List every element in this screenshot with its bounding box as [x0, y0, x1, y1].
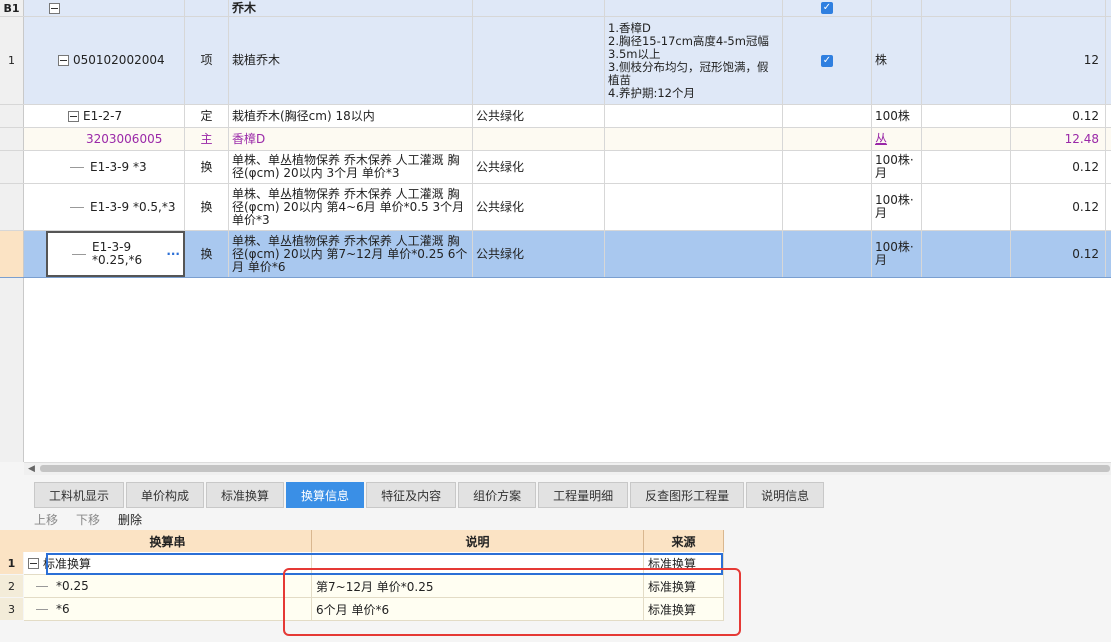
- delete-button[interactable]: 删除: [118, 511, 142, 528]
- grid-row-item[interactable]: E1-3-9 *3 换 单株、单丛植物保养 乔木保养 人工灌溉 胸径(φcm) …: [0, 151, 1111, 184]
- row-number: 1: [0, 552, 23, 574]
- item-name[interactable]: 栽植乔木(胸径cm) 18以内: [229, 105, 473, 127]
- item-qty[interactable]: 0.12: [1011, 151, 1106, 183]
- row-number: 1: [0, 17, 24, 104]
- grid-row-item-selected[interactable]: E1-3-9 *0.25,*6 ··· 换 单株、单丛植物保养 乔木保养 人工灌…: [0, 231, 1111, 278]
- column-header[interactable]: 来源: [644, 530, 724, 552]
- row-number: [0, 184, 24, 230]
- item-code: 3203006005: [86, 131, 163, 146]
- item-type: 主: [185, 128, 229, 150]
- item-type: 项: [185, 17, 229, 104]
- bottom-tabs: 工料机显示 单价构成 标准换算 换算信息 特征及内容 组价方案 工程量明细 反查…: [34, 482, 825, 508]
- item-unit: 100株·月: [872, 184, 922, 230]
- scroll-left-icon[interactable]: ◀: [28, 464, 35, 474]
- item-spec[interactable]: 公共绿化: [473, 184, 605, 230]
- row-number: [0, 151, 24, 183]
- checkbox-checked-icon[interactable]: ✓: [821, 54, 833, 67]
- grid-group-row[interactable]: B1 乔木 ✓: [0, 0, 1111, 17]
- collapse-icon[interactable]: [49, 2, 60, 14]
- item-qty[interactable]: 12.48: [1011, 128, 1106, 150]
- table-header: 换算串 说明 来源: [24, 530, 724, 553]
- item-unit[interactable]: 丛: [872, 128, 922, 150]
- item-type: 换: [185, 151, 229, 183]
- item-code: E1-3-9 *0.5,*3: [90, 199, 176, 214]
- item-name[interactable]: 单株、单丛植物保养 乔木保养 人工灌溉 胸径(φcm) 20以内 第4~6月 单…: [229, 184, 473, 230]
- row-number: [0, 105, 24, 127]
- row-number: 3: [0, 598, 23, 620]
- item-name[interactable]: 香樟D: [229, 128, 473, 150]
- item-code: E1-2-7: [83, 108, 123, 123]
- tab-pricing-plan[interactable]: 组价方案: [458, 482, 537, 508]
- grid-row-item[interactable]: E1-2-7 定 栽植乔木(胸径cm) 18以内 公共绿化 100株 0.12: [0, 105, 1111, 128]
- collapse-icon[interactable]: [58, 55, 69, 66]
- tab-features[interactable]: 特征及内容: [366, 482, 457, 508]
- item-unit: 株: [872, 17, 922, 104]
- tab-reverse-graph[interactable]: 反查图形工程量: [630, 482, 745, 508]
- main-grid: B1 乔木 ✓ 1 050102002004 项 栽植乔木 1.香樟D 2.胸径…: [0, 0, 1111, 462]
- tab-description[interactable]: 说明信息: [746, 482, 825, 508]
- item-code: 050102002004: [73, 53, 165, 67]
- item-unit: 100株: [872, 105, 922, 127]
- move-up-button[interactable]: 上移: [34, 511, 58, 528]
- conversion-expr: *6: [56, 602, 70, 616]
- code-editor-cell[interactable]: E1-3-9 *0.25,*6 ···: [46, 231, 185, 277]
- item-qty[interactable]: 0.12: [1011, 184, 1106, 230]
- scrollbar-thumb[interactable]: [40, 465, 1110, 472]
- group-name: 乔木: [229, 0, 473, 16]
- item-unit: 100株·月: [872, 151, 922, 183]
- item-qty[interactable]: 0.12: [1011, 231, 1106, 277]
- column-header[interactable]: 换算串: [24, 530, 312, 552]
- column-header[interactable]: 说明: [312, 530, 644, 552]
- item-qty[interactable]: 12: [1011, 17, 1106, 104]
- bottom-toolbar: 上移 下移 删除: [34, 510, 142, 528]
- tab-labor-material[interactable]: 工料机显示: [34, 482, 125, 508]
- item-name[interactable]: 单株、单丛植物保养 乔木保养 人工灌溉 胸径(φcm) 20以内 3个月 单价*…: [229, 151, 473, 183]
- item-code: E1-3-9 *0.25,*6: [92, 240, 143, 267]
- item-qty[interactable]: 0.12: [1011, 105, 1106, 127]
- row-number: [0, 231, 24, 277]
- tab-conversion-info[interactable]: 换算信息: [286, 482, 365, 508]
- highlight-annotation-box: [283, 568, 741, 636]
- item-type: 换: [185, 231, 229, 277]
- item-spec[interactable]: 公共绿化: [473, 105, 605, 127]
- tab-standard-conversion[interactable]: 标准换算: [206, 482, 285, 508]
- grid-row-item[interactable]: E1-3-9 *0.5,*3 换 单株、单丛植物保养 乔木保养 人工灌溉 胸径(…: [0, 184, 1111, 231]
- item-feature[interactable]: 1.香樟D 2.胸径15-17cm高度4-5m冠幅 3.5m以上 3.侧枝分布均…: [605, 17, 783, 104]
- tab-unit-price[interactable]: 单价构成: [126, 482, 205, 508]
- collapse-icon[interactable]: [28, 557, 39, 569]
- row-number: [0, 128, 24, 150]
- move-down-button[interactable]: 下移: [76, 511, 100, 528]
- collapse-icon[interactable]: [68, 110, 79, 122]
- item-type: 定: [185, 105, 229, 127]
- item-name[interactable]: 栽植乔木: [229, 17, 473, 104]
- grid-row-item[interactable]: 1 050102002004 项 栽植乔木 1.香樟D 2.胸径15-17cm高…: [0, 17, 1111, 105]
- item-code: E1-3-9 *3: [90, 159, 147, 174]
- row-number: B1: [0, 0, 24, 16]
- row-number: 2: [0, 575, 23, 597]
- item-unit: 100株·月: [872, 231, 922, 277]
- item-type: 换: [185, 184, 229, 230]
- checkbox-checked-icon[interactable]: ✓: [821, 2, 833, 14]
- item-spec[interactable]: 公共绿化: [473, 231, 605, 277]
- grid-row-material[interactable]: 3203006005 主 香樟D 丛 12.48: [0, 128, 1111, 151]
- more-options-button[interactable]: ···: [166, 247, 180, 261]
- conversion-expr: *0.25: [56, 579, 89, 593]
- horizontal-scrollbar[interactable]: ◀: [24, 462, 1111, 475]
- tab-quantity-detail[interactable]: 工程量明细: [538, 482, 629, 508]
- item-spec[interactable]: 公共绿化: [473, 151, 605, 183]
- item-name[interactable]: 单株、单丛植物保养 乔木保养 人工灌溉 胸径(φcm) 20以内 第7~12月 …: [229, 231, 473, 277]
